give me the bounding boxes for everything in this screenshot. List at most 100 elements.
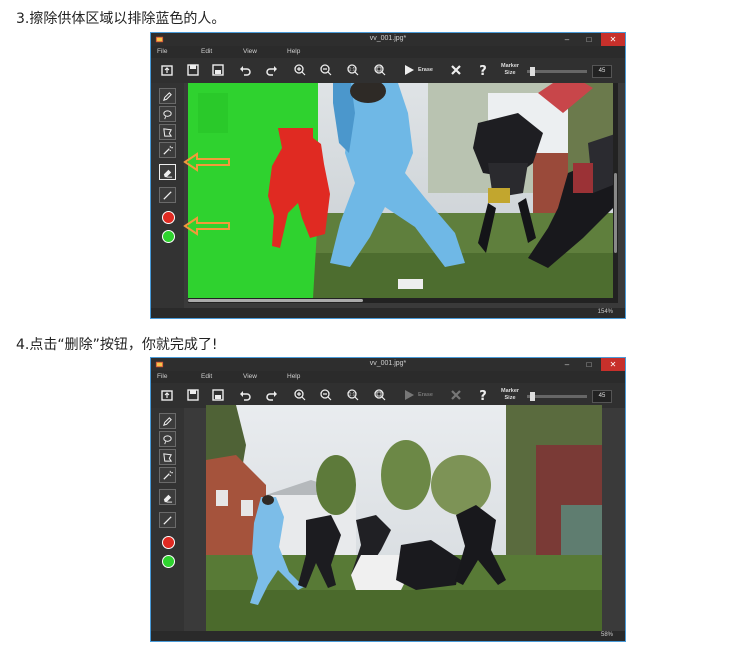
marker-size-slider[interactable] [527, 392, 587, 401]
save-button[interactable] [186, 388, 200, 402]
title-bar: vv_001.jpg* – □ ✕ [151, 33, 625, 46]
maximize-button[interactable]: □ [579, 33, 599, 46]
clear-button[interactable] [449, 63, 463, 77]
vertical-scrollbar[interactable] [613, 83, 618, 298]
save-as-button[interactable] [211, 63, 225, 77]
save-as-button[interactable] [211, 388, 225, 402]
erase-button[interactable] [402, 388, 416, 402]
horizontal-scroll-thumb[interactable] [188, 299, 363, 302]
zoom-fit-icon [374, 64, 386, 76]
help-button[interactable]: ? [476, 63, 490, 77]
menu-edit[interactable]: Edit [201, 373, 212, 380]
open-icon [161, 390, 173, 401]
menu-view[interactable]: View [243, 373, 257, 380]
zoom-100-icon: 1:1 [347, 64, 359, 76]
open-button[interactable] [160, 388, 174, 402]
green-marker-pointer-arrow [183, 216, 230, 236]
zoom-100-icon: 1:1 [347, 389, 359, 401]
marker-size-slider[interactable] [527, 67, 587, 76]
marker-tool[interactable] [159, 413, 176, 429]
magic-wand-tool[interactable] [159, 467, 176, 483]
erase-label: Erase [418, 392, 433, 398]
minimize-button[interactable]: – [557, 33, 577, 46]
marker-size-label: Marker Size [501, 388, 520, 401]
slider-knob[interactable] [530, 392, 535, 401]
redo-icon [266, 391, 277, 401]
marker-size-input[interactable]: 45 [592, 390, 612, 403]
svg-text:?: ? [479, 64, 487, 77]
green-marker-dot[interactable] [162, 230, 175, 243]
polygon-lasso-icon [163, 127, 173, 137]
lasso-icon [163, 109, 172, 119]
redo-button[interactable] [265, 388, 279, 402]
line-tool[interactable] [159, 187, 176, 203]
eraser-tool[interactable] [159, 164, 176, 180]
save-as-icon [212, 389, 224, 401]
step-4-caption: 4.点击“删除”按钮，你就完成了! [16, 337, 218, 353]
red-marker-dot[interactable] [162, 211, 175, 224]
magic-wand-icon [163, 145, 173, 155]
lasso-tool[interactable] [159, 106, 176, 122]
help-button[interactable]: ? [476, 388, 490, 402]
zoom-in-icon [294, 64, 306, 76]
open-button[interactable] [160, 63, 174, 77]
line-tool[interactable] [159, 512, 176, 528]
undo-button[interactable] [238, 388, 252, 402]
image-canvas[interactable] [206, 405, 602, 631]
polygon-lasso-tool[interactable] [159, 124, 176, 140]
open-icon [161, 65, 173, 76]
slider-knob[interactable] [530, 67, 535, 76]
marker-tool[interactable] [159, 88, 176, 104]
zoom-in-button[interactable] [293, 388, 307, 402]
close-button[interactable]: ✕ [601, 33, 625, 46]
minimize-button[interactable]: – [557, 358, 577, 371]
zoom-fit-button[interactable] [373, 388, 387, 402]
undo-icon [240, 66, 251, 76]
clear-icon [451, 390, 461, 400]
image-canvas[interactable] [188, 83, 618, 298]
erase-button[interactable] [402, 63, 416, 77]
window-title: vv_001.jpg* [369, 35, 407, 42]
result-photo [206, 405, 602, 631]
red-marker-dot[interactable] [162, 536, 175, 549]
menu-file[interactable]: File [157, 48, 167, 55]
zoom-100-button[interactable]: 1:1 [346, 388, 360, 402]
polygon-lasso-tool[interactable] [159, 449, 176, 465]
zoom-out-button[interactable] [319, 388, 333, 402]
menu-edit[interactable]: Edit [201, 48, 212, 55]
menu-help[interactable]: Help [287, 48, 300, 55]
zoom-100-button[interactable]: 1:1 [346, 63, 360, 77]
horizontal-scrollbar[interactable] [188, 298, 618, 303]
zoom-out-icon [320, 64, 332, 76]
marker-icon [163, 91, 172, 101]
zoom-out-icon [320, 389, 332, 401]
marker-icon [163, 416, 172, 426]
clear-button[interactable] [449, 388, 463, 402]
redo-icon [266, 66, 277, 76]
zoom-out-button[interactable] [319, 63, 333, 77]
menu-help[interactable]: Help [287, 373, 300, 380]
clear-icon [451, 65, 461, 75]
green-marker-dot[interactable] [162, 555, 175, 568]
magic-wand-tool[interactable] [159, 142, 176, 158]
marker-size-input[interactable]: 45 [592, 65, 612, 78]
menu-view[interactable]: View [243, 48, 257, 55]
save-button[interactable] [186, 63, 200, 77]
help-icon: ? [479, 389, 487, 402]
eraser-pointer-arrow [183, 152, 230, 172]
zoom-in-button[interactable] [293, 63, 307, 77]
lasso-tool[interactable] [159, 431, 176, 447]
svg-text:1:1: 1:1 [349, 67, 356, 72]
menu-file[interactable]: File [157, 373, 167, 380]
zoom-level: 58% [600, 632, 613, 638]
app-window-step3: vv_001.jpg* – □ ✕ File Edit View Help 1:… [150, 32, 626, 319]
eraser-tool[interactable] [159, 489, 176, 505]
close-button[interactable]: ✕ [601, 358, 625, 371]
redo-button[interactable] [265, 63, 279, 77]
vertical-scroll-thumb[interactable] [614, 173, 617, 253]
zoom-fit-button[interactable] [373, 63, 387, 77]
undo-button[interactable] [238, 63, 252, 77]
svg-text:?: ? [479, 389, 487, 402]
maximize-button[interactable]: □ [579, 358, 599, 371]
zoom-fit-icon [374, 389, 386, 401]
